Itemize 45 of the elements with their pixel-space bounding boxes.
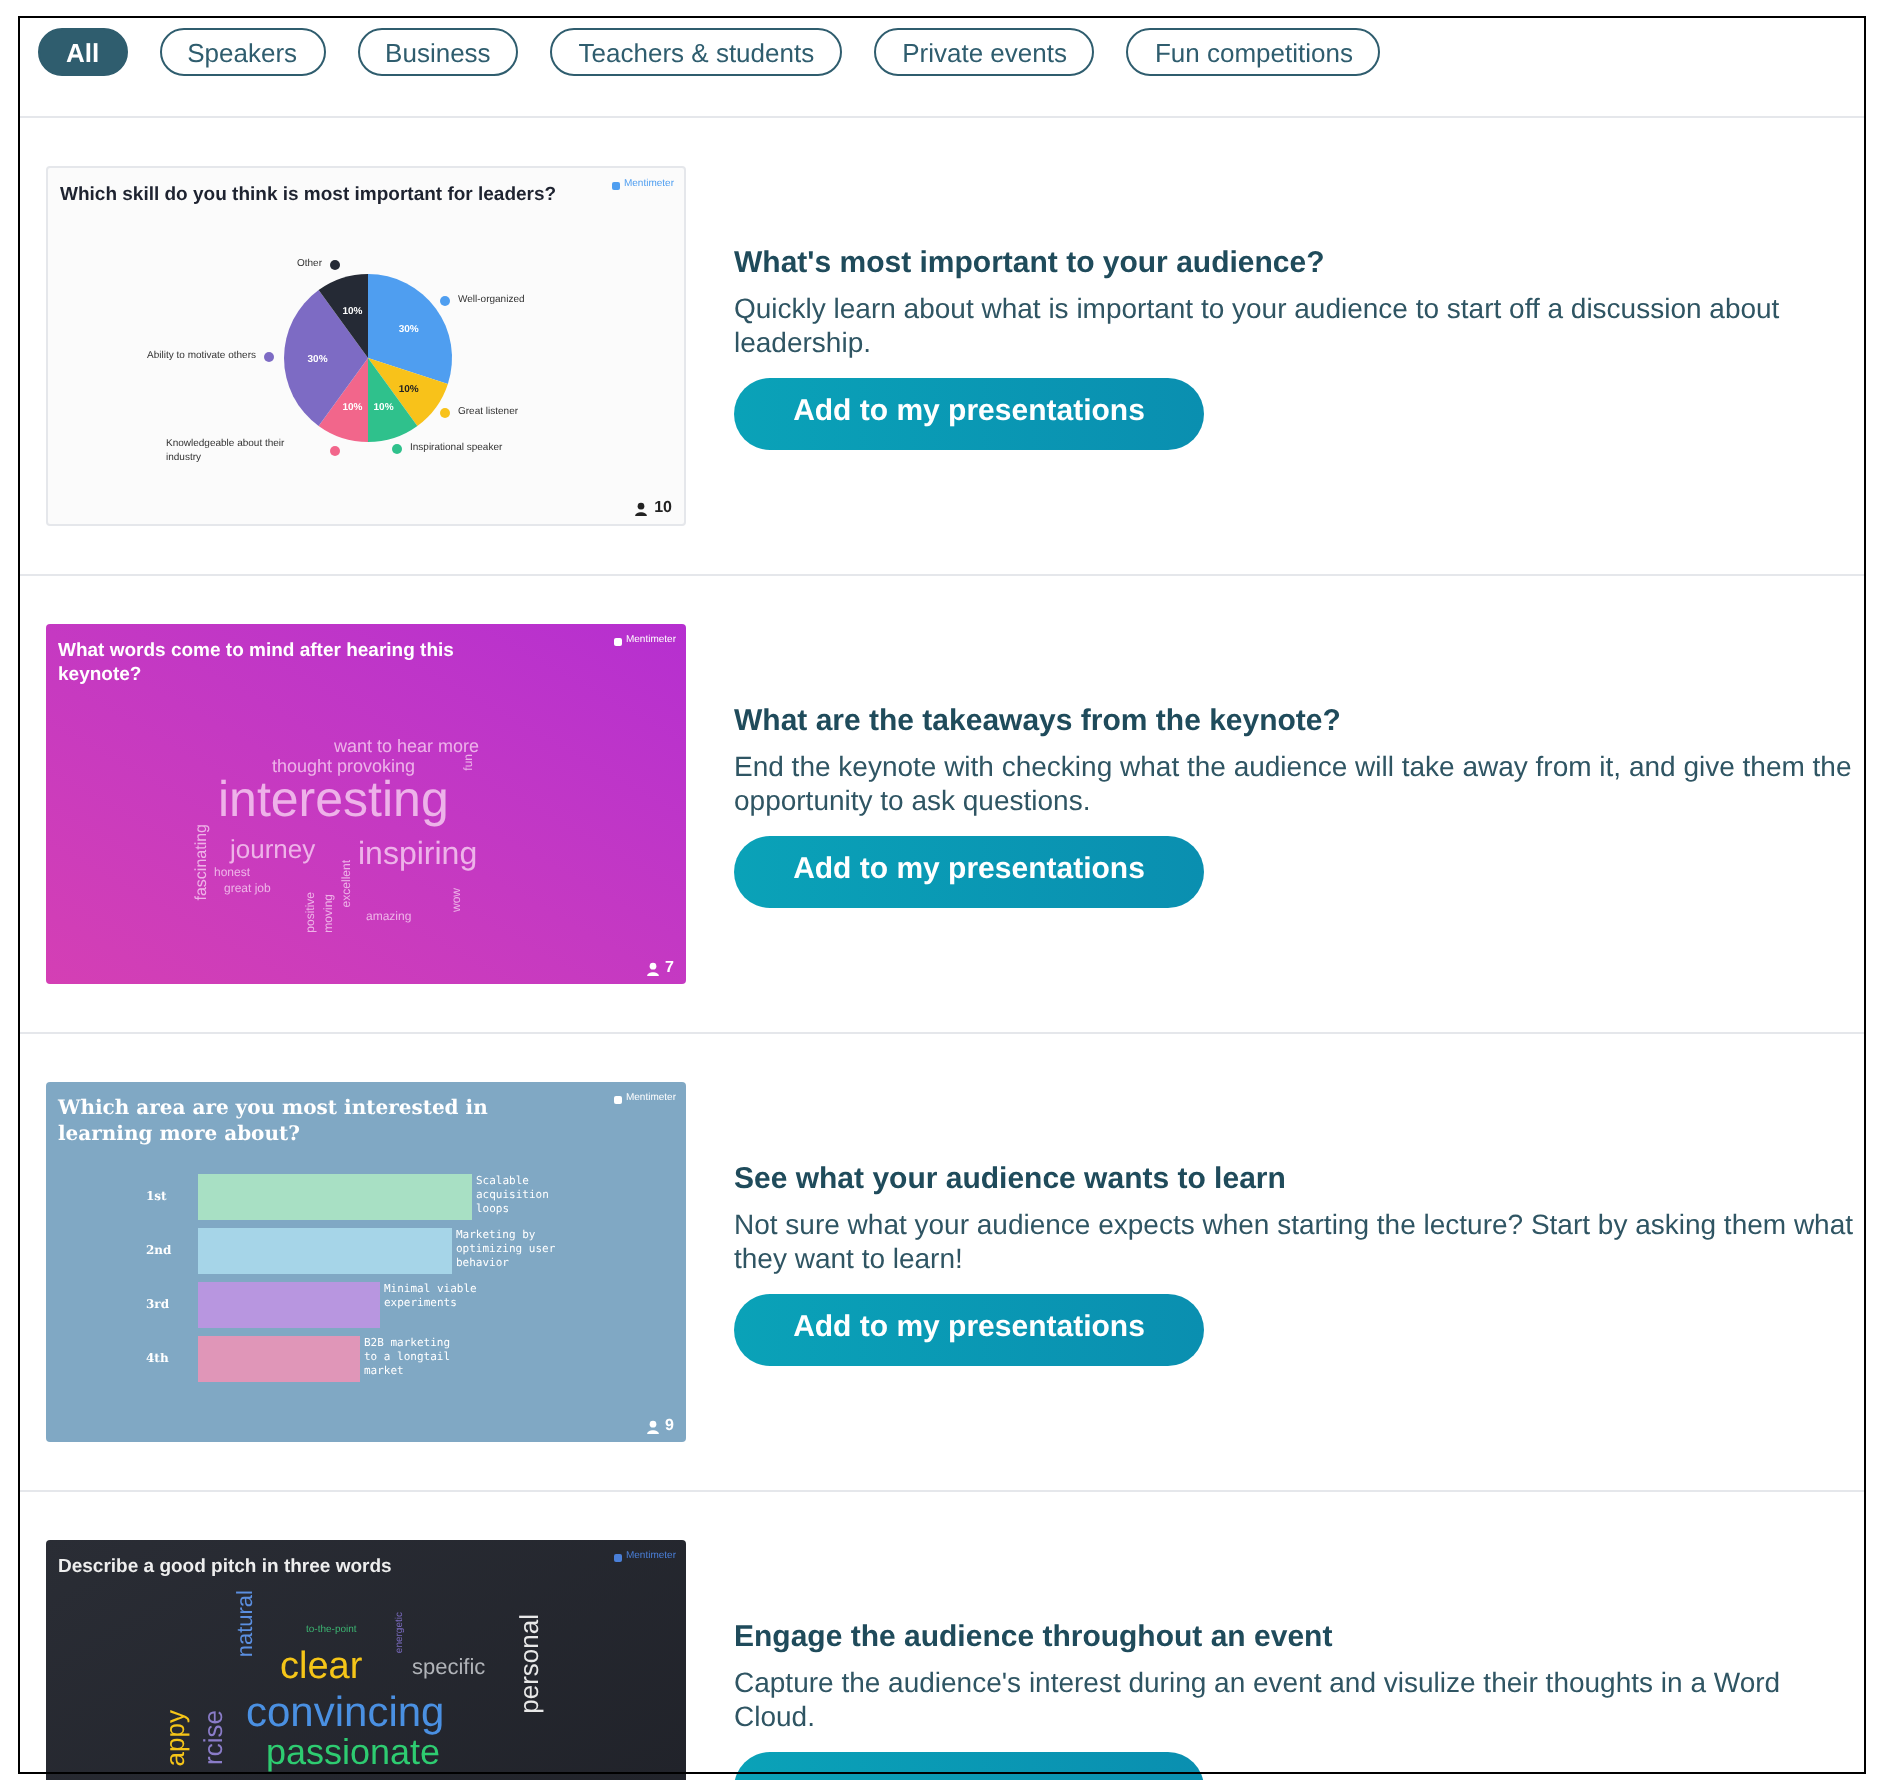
cloud-word: appy	[162, 1710, 188, 1767]
cloud-word: fascinating	[194, 824, 210, 901]
template-title: What's most important to your audience?	[734, 243, 1327, 283]
slide-question: What words come to mind after hearing this keynote?	[58, 640, 456, 688]
person-icon	[645, 1419, 660, 1433]
template-title: Engage the audience throughout an event	[734, 1617, 1335, 1657]
template-description: Not sure what your audience expects when starting the lecture? Start by asking them what they want to learn!	[734, 1207, 1856, 1275]
cloud-word: thought provoking	[272, 758, 416, 776]
filter-chip[interactable]: Speakers	[159, 28, 326, 76]
brand-logo-icon	[613, 1095, 622, 1103]
filter-chip[interactable]: All	[38, 28, 128, 76]
cloud-word: journey	[230, 836, 316, 862]
cloud-word: want to hear more	[334, 738, 480, 756]
template-title: What are the takeaways from the keynote?	[734, 701, 1343, 741]
person-icon	[645, 961, 660, 975]
slide-thumbnail[interactable]	[46, 166, 686, 526]
template-title: See what your audience wants to learn	[734, 1159, 1288, 1199]
cloud-word: convincing	[246, 1692, 445, 1734]
response-count: 10	[654, 500, 672, 516]
brand-logo-icon	[611, 181, 620, 189]
cloud-word: interesting	[218, 776, 449, 826]
filter-chip[interactable]: Fun competitions	[1126, 28, 1381, 76]
person-icon	[634, 501, 649, 515]
response-count: 7	[665, 960, 674, 976]
response-count: 9	[665, 1418, 674, 1434]
slide-thumbnail[interactable]	[46, 624, 686, 984]
slide-thumbnail[interactable]	[46, 1082, 686, 1442]
brand-logo-icon	[613, 637, 622, 645]
cloud-word: passionate	[266, 1734, 441, 1770]
brand-logo-icon	[613, 1553, 622, 1561]
template-description: End the keynote with checking what the audience will take away from it, and give them the opportunity to ask questions.	[734, 749, 1854, 817]
cloud-word: clear	[280, 1648, 363, 1686]
template-description: Capture the audience's interest during an event and visulize their thoughts in a Word Cloud.	[734, 1665, 1783, 1733]
slide-question: Which area are you most interested in learning more about?	[58, 1098, 490, 1148]
slide-question: Describe a good pitch in three words	[58, 1556, 394, 1580]
cloud-word: rcise	[200, 1710, 226, 1765]
template-description: Quickly learn about what is important to your audience to start off a discussion about leadership.	[734, 291, 1782, 359]
filter-chip[interactable]: Teachers & students	[550, 28, 843, 76]
filter-chip[interactable]: Business	[357, 28, 519, 76]
cloud-word: natural	[236, 1590, 258, 1658]
slide-question: Which skill do you think is most important for leaders?	[60, 184, 557, 208]
filter-chip[interactable]: Private events	[874, 28, 1095, 76]
cloud-word: specific	[412, 1658, 486, 1680]
cloud-word: inspiring	[358, 840, 478, 872]
cloud-word: personal	[516, 1614, 542, 1714]
